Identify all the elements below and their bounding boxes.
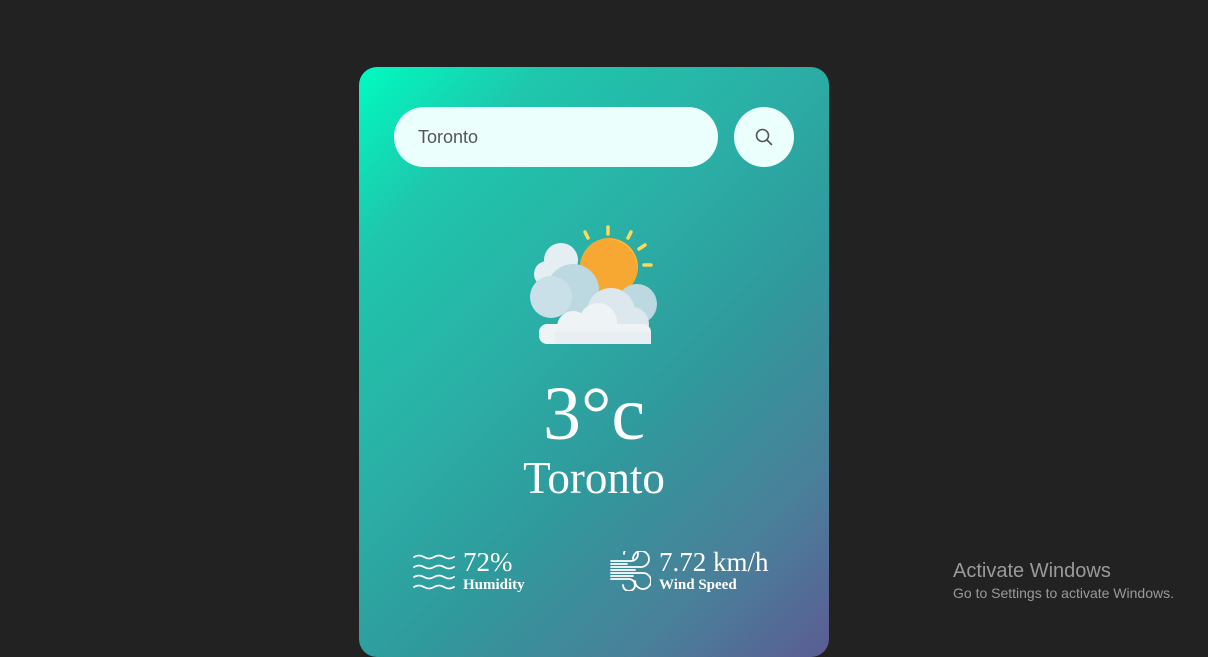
activate-windows-title: Activate Windows bbox=[953, 560, 1111, 582]
search-button[interactable] bbox=[734, 107, 794, 167]
wind-speed-value: 7.72 km/h bbox=[659, 547, 769, 577]
activate-windows-watermark: Activate Windows Go to Settings to activ… bbox=[953, 558, 1174, 602]
partly-cloudy-icon bbox=[530, 225, 657, 344]
temperature: 3°c bbox=[542, 372, 646, 456]
page: { "search": { "value": "Toronto", "icon"… bbox=[0, 0, 1208, 657]
search-input[interactable] bbox=[394, 107, 718, 167]
city-name: Toronto bbox=[523, 453, 665, 503]
humidity-detail: 72% Humidity bbox=[413, 547, 525, 594]
humidity-value: 72% bbox=[463, 547, 513, 577]
wind-detail: 7.72 km/h Wind Speed bbox=[609, 547, 769, 594]
humidity-icon bbox=[413, 554, 455, 589]
weather-card: 3°c Toronto 72% Humidity bbox=[359, 67, 829, 657]
humidity-label: Humidity bbox=[463, 577, 525, 593]
wind-icon bbox=[610, 550, 651, 591]
search-icon bbox=[755, 128, 773, 146]
activate-windows-subtitle: Go to Settings to activate Windows. bbox=[953, 585, 1174, 601]
wind-speed-label: Wind Speed bbox=[659, 577, 737, 593]
